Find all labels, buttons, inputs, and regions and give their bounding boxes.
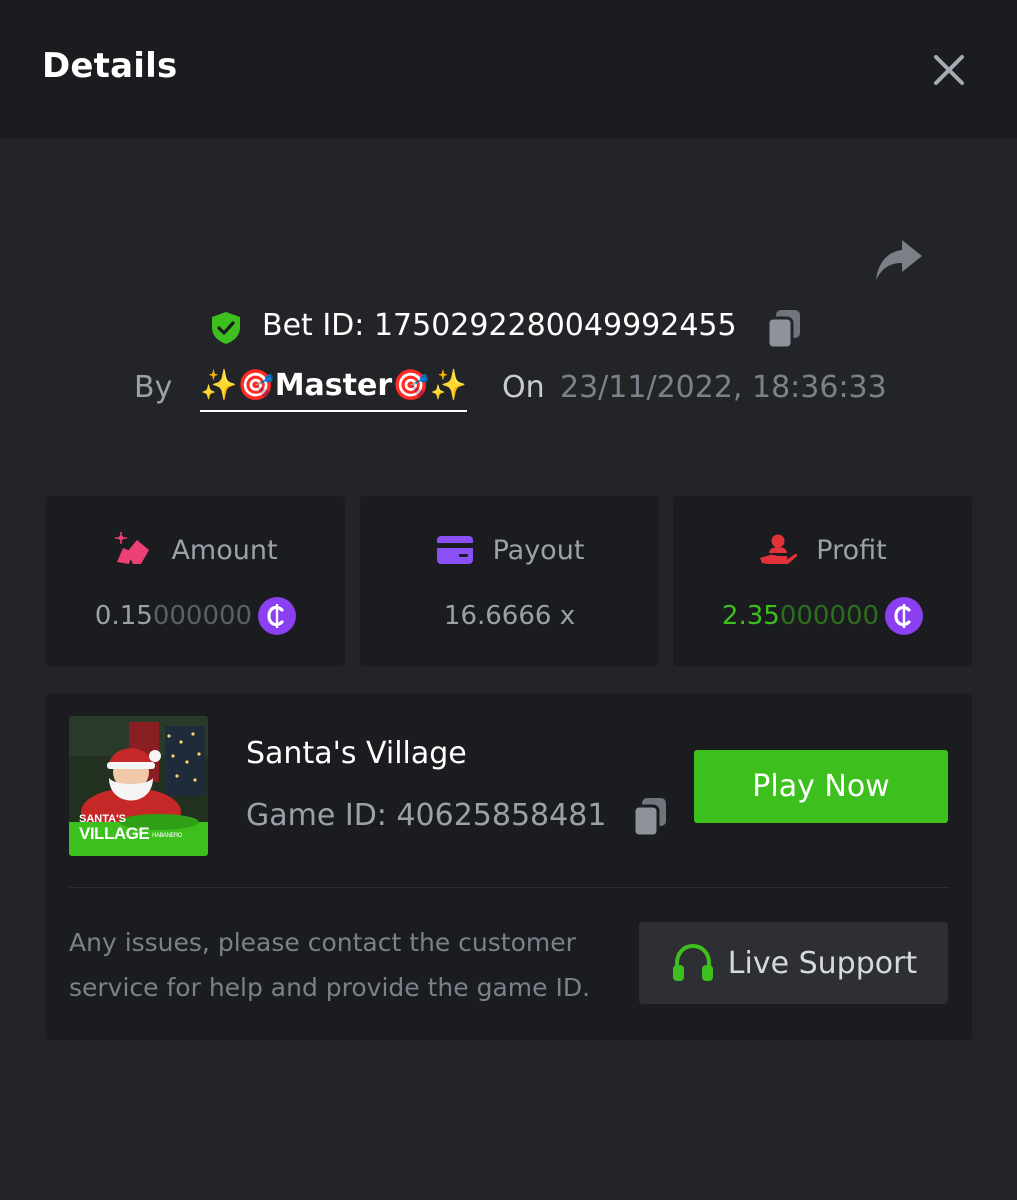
game-id-value: 40625858481 bbox=[396, 798, 607, 833]
game-id-text: Game ID: 40625858481 bbox=[246, 798, 606, 833]
payout-value: 16.6666 x bbox=[360, 594, 659, 638]
payout-card-icon bbox=[436, 536, 473, 564]
thumb-text: SANTA'S VILLAGE HABANERO bbox=[79, 814, 182, 843]
payout-label: Payout bbox=[492, 534, 585, 566]
profit-value-main: 2.35 bbox=[721, 601, 780, 631]
profit-label: Profit bbox=[816, 534, 887, 566]
thumb-line-2: VILLAGE bbox=[79, 824, 150, 843]
bet-id-value: 1750292280049992455 bbox=[373, 308, 737, 343]
coin-icon bbox=[258, 597, 297, 635]
amount-label: Amount bbox=[171, 534, 278, 566]
share-icon bbox=[876, 240, 922, 280]
amount-value-main: 0.15 bbox=[94, 601, 153, 631]
bet-id-text: Bet ID: 1750292280049992455 bbox=[262, 308, 737, 343]
modal-title: Details bbox=[42, 46, 178, 86]
divider bbox=[69, 887, 949, 888]
profit-card: Profit 2.35000000 bbox=[673, 496, 972, 666]
amount-value: 0.15000000 bbox=[46, 594, 345, 638]
amount-value-dim: 000000 bbox=[152, 601, 253, 631]
coin-icon bbox=[885, 597, 924, 635]
play-now-button[interactable]: Play Now bbox=[694, 750, 948, 823]
amount-header: Amount bbox=[46, 530, 345, 570]
profit-hand-icon bbox=[760, 534, 798, 564]
copy-icon bbox=[766, 310, 800, 350]
bet-author-row: By ✨🎯Master🎯✨ On 23/11/2022, 18:36:33 bbox=[0, 362, 1017, 418]
close-icon bbox=[934, 55, 964, 85]
amount-icon bbox=[115, 532, 150, 564]
game-card: SANTA'S VILLAGE HABANERO Santa's Village … bbox=[46, 694, 972, 1040]
live-support-button[interactable]: Live Support bbox=[639, 922, 948, 1004]
game-name: Santa's Village bbox=[246, 736, 467, 771]
bet-id-row: Bet ID: 1750292280049992455 bbox=[0, 300, 1017, 356]
headset-icon bbox=[672, 943, 713, 981]
profit-value: 2.35000000 bbox=[673, 594, 972, 638]
game-thumbnail[interactable]: SANTA'S VILLAGE HABANERO bbox=[69, 716, 208, 856]
payout-value-text: 16.6666 x bbox=[443, 601, 576, 631]
copy-game-id-button[interactable] bbox=[630, 796, 670, 838]
live-support-label: Live Support bbox=[727, 945, 918, 981]
bet-datetime: 23/11/2022, 18:36:33 bbox=[560, 370, 887, 405]
copy-bet-id-button[interactable] bbox=[764, 308, 804, 350]
modal-header: Details bbox=[0, 0, 1017, 138]
profit-header: Profit bbox=[673, 530, 972, 570]
payout-header: Payout bbox=[360, 530, 659, 570]
payout-card: Payout 16.6666 x bbox=[360, 496, 659, 666]
shield-check-icon bbox=[212, 312, 240, 344]
thumb-brand: HABANERO bbox=[152, 833, 182, 839]
bet-id-label: Bet ID: bbox=[262, 308, 374, 343]
username-link[interactable]: ✨🎯Master🎯✨ bbox=[200, 368, 467, 412]
support-help-text: Any issues, please contact the customer … bbox=[69, 928, 591, 1002]
amount-card: Amount 0.15000000 bbox=[46, 496, 345, 666]
copy-icon bbox=[632, 798, 666, 838]
close-button[interactable] bbox=[928, 49, 970, 91]
by-label: By bbox=[134, 370, 173, 405]
share-button[interactable] bbox=[872, 236, 924, 284]
profit-value-dim: 000000 bbox=[779, 601, 880, 631]
game-id-label: Game ID: bbox=[246, 798, 397, 833]
on-label: On bbox=[502, 370, 545, 405]
